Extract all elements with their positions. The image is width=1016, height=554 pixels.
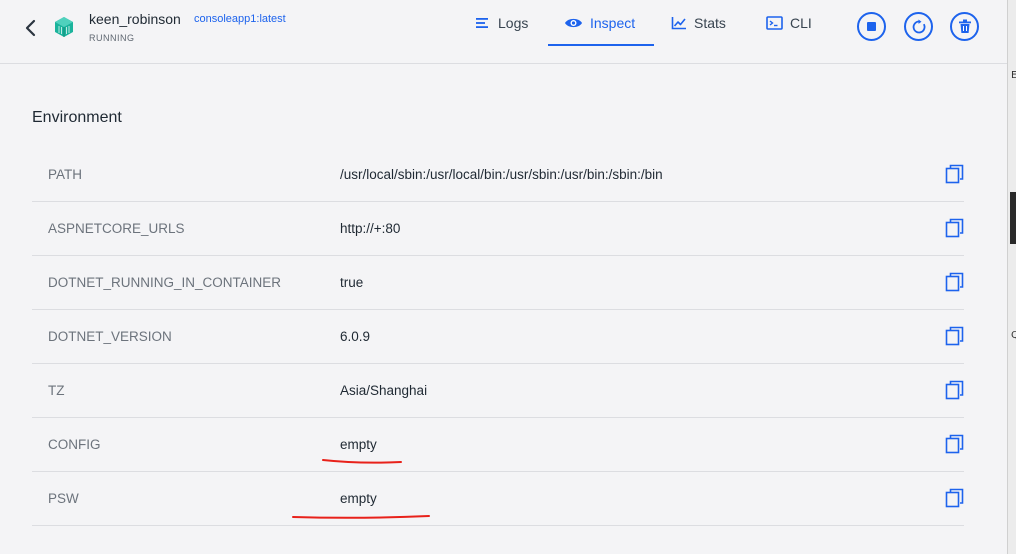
tab-cli[interactable]: CLI xyxy=(766,0,812,46)
copy-icon xyxy=(945,380,964,400)
tab-inspect[interactable]: Inspect xyxy=(564,0,635,46)
copy-icon xyxy=(945,218,964,238)
stop-button[interactable] xyxy=(857,12,886,41)
tab-stats[interactable]: Stats xyxy=(671,0,726,46)
container-name: keen_robinson xyxy=(89,11,181,27)
env-value: 6.0.9 xyxy=(340,329,371,344)
chevron-left-icon xyxy=(25,19,36,37)
env-key: DOTNET_VERSION xyxy=(48,329,172,344)
env-row-dotnet-running-in-container: DOTNET_RUNNING_IN_CONTAINER true xyxy=(32,256,964,310)
annotation-underline xyxy=(292,515,430,519)
copy-button[interactable] xyxy=(945,218,965,238)
tab-logs-label: Logs xyxy=(498,15,529,31)
edge-glyph: Q xyxy=(1011,330,1016,341)
image-link[interactable]: consoleapp1:latest xyxy=(194,13,286,25)
env-value: empty xyxy=(340,437,377,452)
tab-inspect-label: Inspect xyxy=(590,15,636,31)
tab-cli-label: CLI xyxy=(790,15,812,31)
copy-button[interactable] xyxy=(945,380,965,400)
env-key: PSW xyxy=(48,491,79,506)
eye-icon xyxy=(565,18,582,28)
env-key: TZ xyxy=(48,383,65,398)
list-icon xyxy=(476,18,488,28)
copy-icon xyxy=(945,326,964,346)
annotation-underline xyxy=(322,459,402,464)
copy-icon xyxy=(945,434,964,454)
env-row-config: CONFIG empty xyxy=(32,418,964,472)
tab-logs[interactable]: Logs xyxy=(475,0,528,46)
environment-title: Environment xyxy=(32,109,122,126)
env-value: Asia/Shanghai xyxy=(340,383,428,398)
restart-icon xyxy=(912,19,925,33)
env-key: ASPNETCORE_URLS xyxy=(48,221,185,236)
trash-icon xyxy=(958,19,971,33)
environment-table: PATH /usr/local/sbin:/usr/local/bin:/usr… xyxy=(32,148,964,526)
env-key: PATH xyxy=(48,167,83,182)
chart-icon xyxy=(671,17,686,30)
env-row-aspnetcore-urls: ASPNETCORE_URLS http://+:80 xyxy=(32,202,964,256)
env-value: http://+:80 xyxy=(340,221,401,236)
env-row-tz: TZ Asia/Shanghai xyxy=(32,364,964,418)
container-icon xyxy=(53,16,75,38)
back-button[interactable] xyxy=(20,16,42,40)
window-edge xyxy=(1007,0,1016,554)
active-tab-indicator xyxy=(548,44,654,46)
env-key: CONFIG xyxy=(48,437,101,452)
env-value: true xyxy=(340,275,364,290)
env-value: empty xyxy=(340,491,377,506)
env-row-path: PATH /usr/local/sbin:/usr/local/bin:/usr… xyxy=(32,148,964,202)
delete-button[interactable] xyxy=(950,12,979,41)
env-value: /usr/local/sbin:/usr/local/bin:/usr/sbin… xyxy=(340,167,663,182)
stop-icon xyxy=(867,22,876,31)
copy-icon xyxy=(945,488,964,508)
copy-icon xyxy=(945,164,964,184)
container-header: keen_robinson consoleapp1:latest RUNNING… xyxy=(0,0,1007,64)
env-row-psw: PSW empty xyxy=(32,472,964,526)
env-row-dotnet-version: DOTNET_VERSION 6.0.9 xyxy=(32,310,964,364)
tab-stats-label: Stats xyxy=(694,15,726,31)
copy-button[interactable] xyxy=(945,272,965,292)
copy-button[interactable] xyxy=(945,488,965,508)
terminal-icon xyxy=(766,16,783,30)
copy-button[interactable] xyxy=(945,326,965,346)
edge-dark-block xyxy=(1010,192,1016,244)
edge-glyph: E xyxy=(1011,70,1016,81)
restart-button[interactable] xyxy=(904,12,933,41)
copy-icon xyxy=(945,272,964,292)
copy-button[interactable] xyxy=(945,434,965,454)
env-key: DOTNET_RUNNING_IN_CONTAINER xyxy=(48,275,282,290)
copy-button[interactable] xyxy=(945,164,965,184)
status-label: RUNNING xyxy=(89,33,135,43)
